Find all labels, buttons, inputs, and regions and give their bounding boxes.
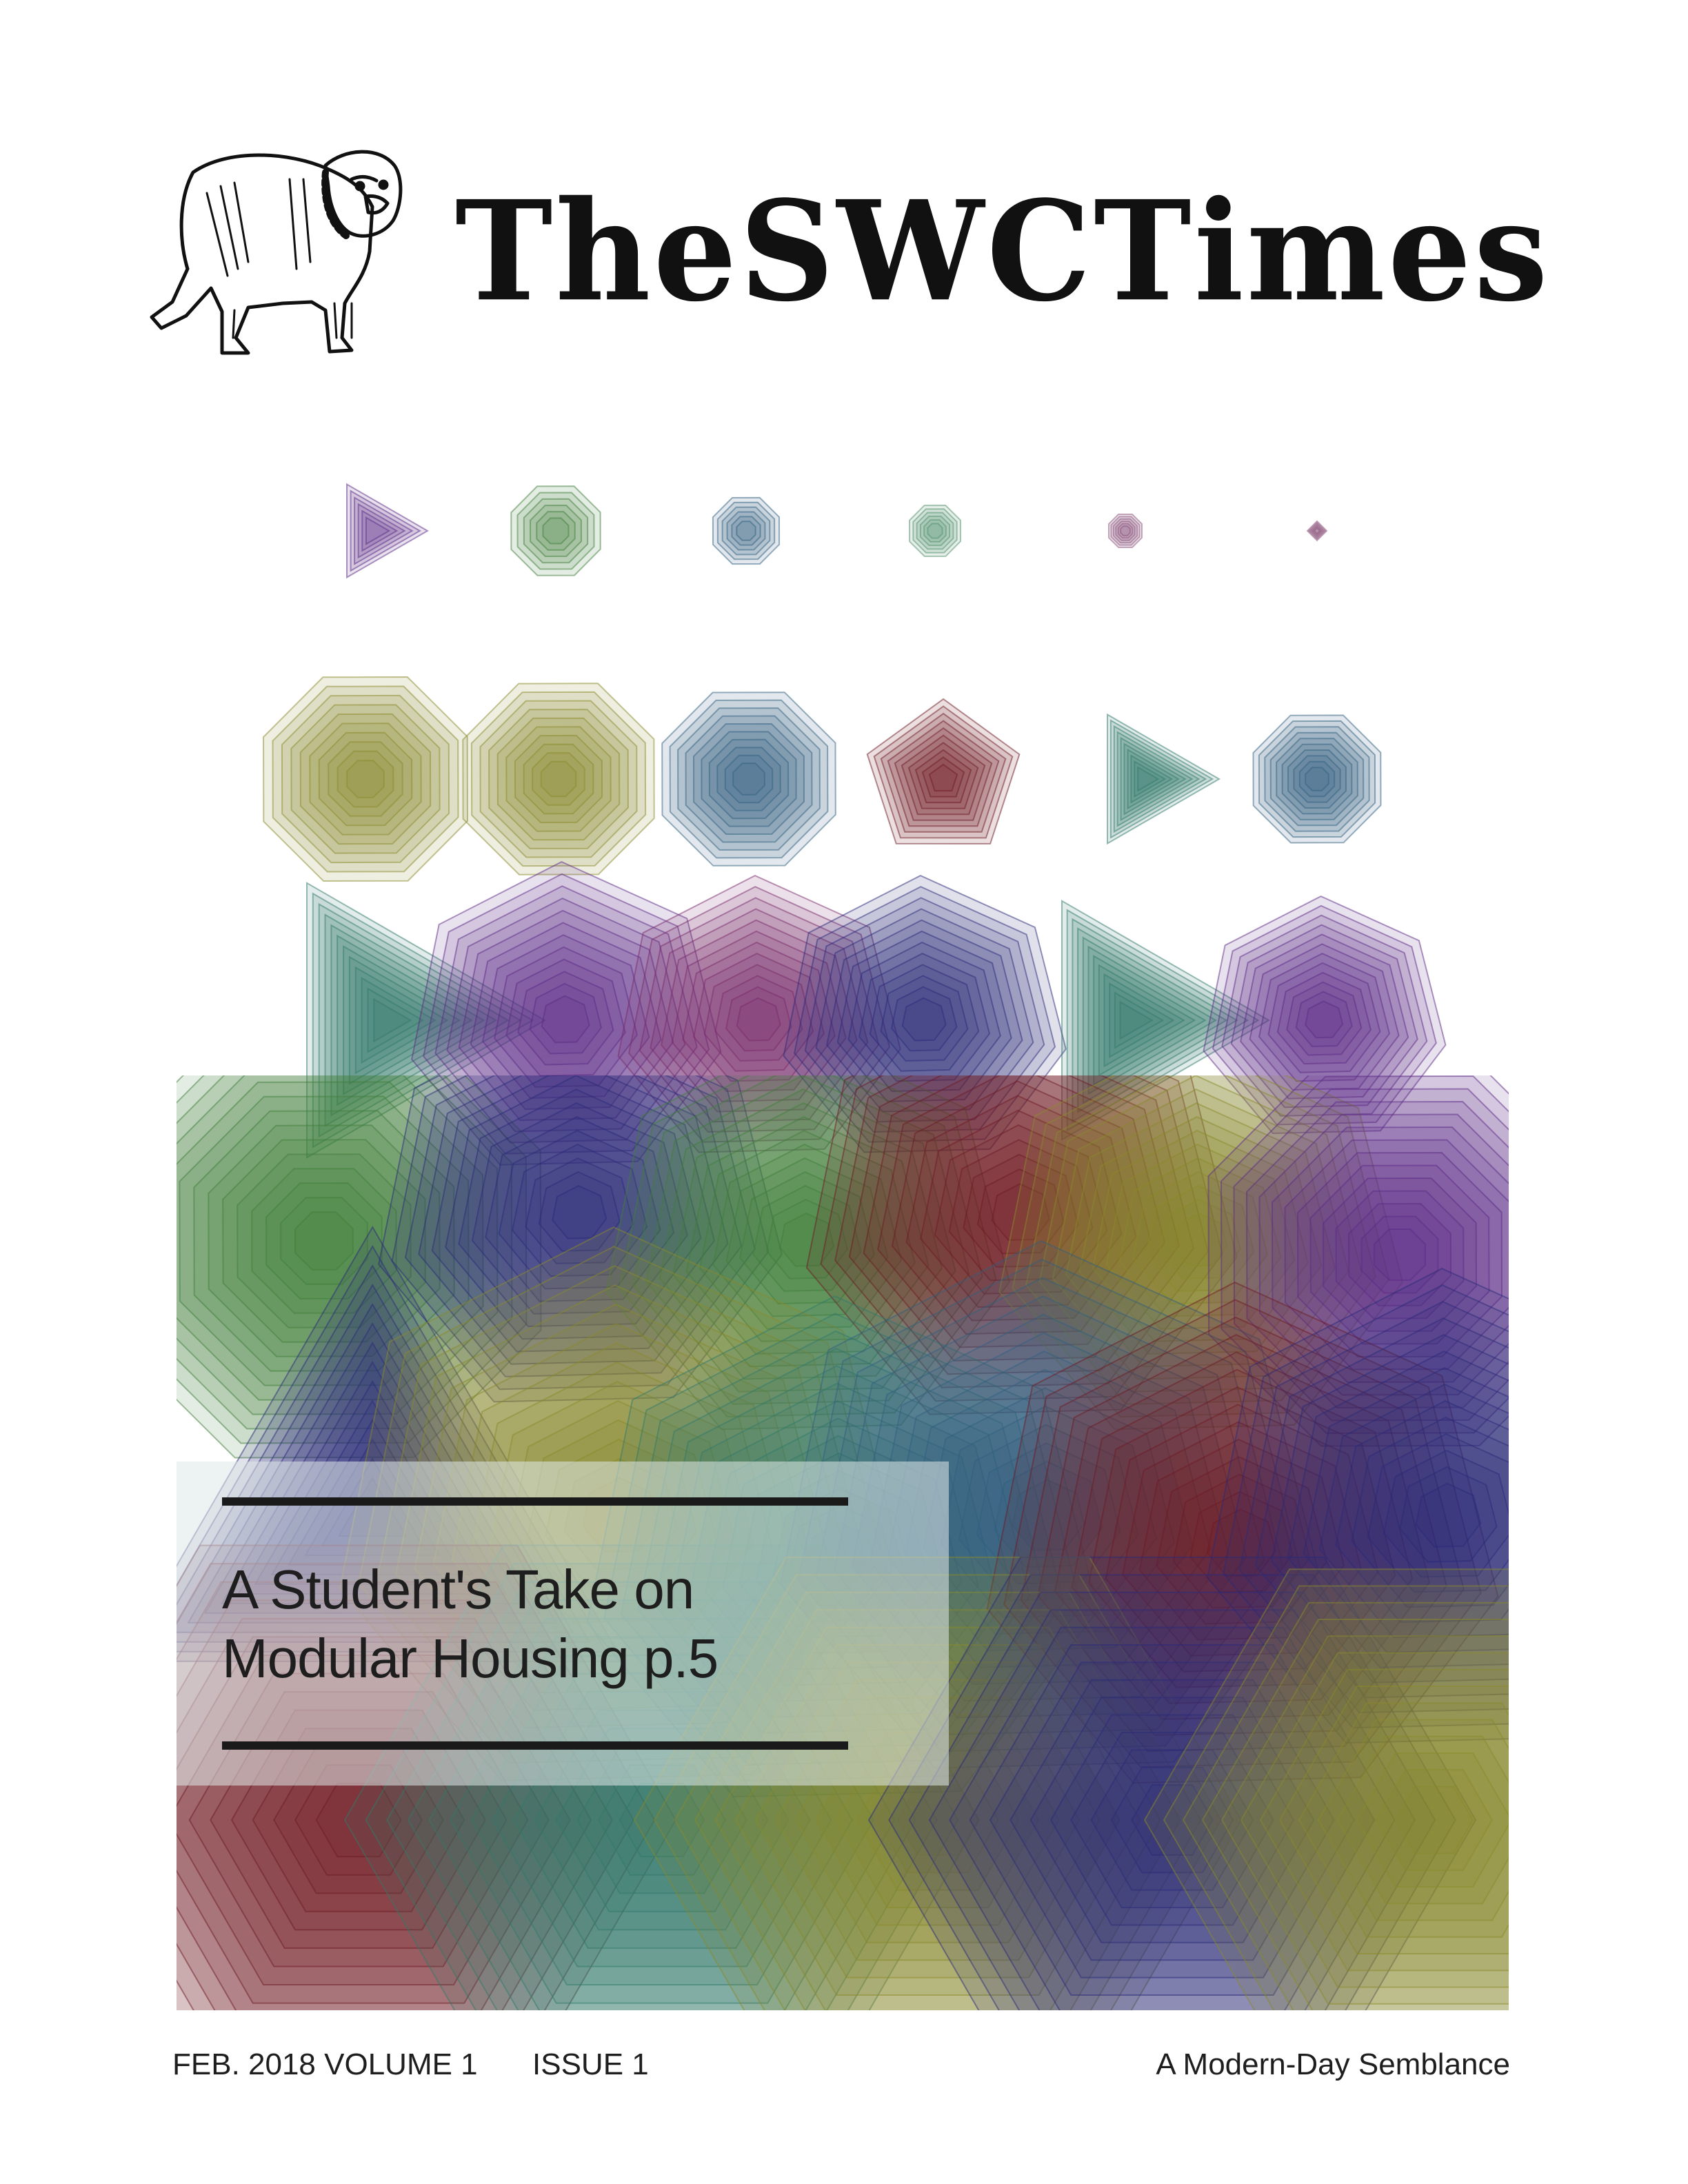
tagline: A Modern-Day Semblance: [1156, 2048, 1510, 2081]
polygon-artwork: [177, 483, 1509, 2010]
row2-shape-4: [866, 698, 1021, 845]
cover-headline-line-2: Modular Housing p.5: [222, 1628, 719, 1689]
polygon-layer: [177, 483, 1509, 2010]
row1-shape-3: [712, 496, 781, 565]
row2-shape-6: [1252, 714, 1382, 844]
footer: FEB. 2018 VOLUME 1 ISSUE 1 A Modern-Day …: [172, 2041, 1510, 2089]
row1-shape-4-ring: [927, 523, 943, 539]
lower-shape-1-ring: [294, 1211, 354, 1271]
headline-rule-bottom: [222, 1741, 848, 1750]
row1-shape-3-ring: [736, 520, 756, 541]
cover-headline-line-1: A Student's Take on: [222, 1559, 694, 1620]
row1-shape-4: [908, 504, 962, 558]
headline-box: A Student's Take on Modular Housing p.5: [177, 1462, 949, 1786]
lower-shape-6-ring: [1373, 1228, 1427, 1282]
row2-shape-1-ring: [346, 760, 385, 798]
row2-shape-2-ring: [540, 760, 577, 798]
issue-date: FEB. 2018 VOLUME 1: [172, 2048, 478, 2081]
row2-shape-3-ring: [732, 762, 765, 796]
row2-shape-5: [1107, 713, 1221, 845]
row1-shape-5-ring: [1120, 525, 1131, 536]
row1-shape-2-ring: [542, 517, 570, 545]
row1-shape-5: [1108, 514, 1143, 548]
headline-rule-top: [222, 1497, 848, 1506]
row1-shape-6: [1306, 520, 1328, 542]
row1-shape-1: [346, 483, 430, 579]
issue-number: ISSUE 1: [532, 2048, 649, 2081]
row2-shape-2: [462, 682, 655, 876]
cover-headline[interactable]: A Student's Take on Modular Housing p.5: [222, 1555, 925, 1693]
row1-shape-2: [510, 485, 601, 576]
row2-shape-1: [262, 676, 469, 882]
row2-shape-3: [661, 691, 836, 867]
row2-shape-6-ring: [1305, 767, 1329, 791]
